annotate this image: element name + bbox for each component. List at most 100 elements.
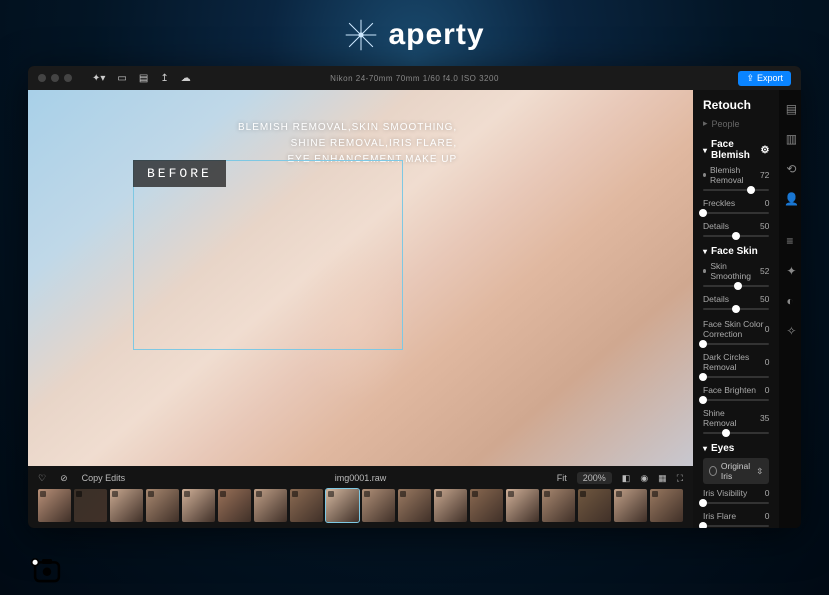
slider-value: 72 [760, 170, 769, 180]
overlay-line: SHINE REMOVAL,IRIS FLARE, [238, 136, 457, 152]
reject-icon[interactable]: ⊘ [60, 473, 68, 484]
slider-value: 35 [760, 413, 769, 423]
iris-select[interactable]: Original Iris ⇳ [703, 458, 769, 484]
rail-layers-icon[interactable]: ▥ [786, 132, 797, 146]
slider-label: Shine Removal [703, 408, 760, 428]
slider[interactable] [703, 499, 769, 507]
thumbnail[interactable] [614, 489, 647, 522]
slider[interactable] [703, 522, 769, 528]
slider[interactable] [703, 305, 769, 313]
thumbnail[interactable] [578, 489, 611, 522]
lens-search-icon[interactable] [30, 555, 64, 585]
slider-label: Skin Smoothing [710, 261, 760, 281]
image-canvas[interactable]: BLEMISH REMOVAL,SKIN SMOOTHING, SHINE RE… [28, 90, 693, 466]
rail-effects-icon[interactable]: ✧ [786, 324, 796, 338]
compare-icon[interactable]: ◧ [622, 473, 631, 484]
slider-label: Iris Flare [703, 511, 736, 521]
slider-value: 52 [760, 266, 769, 276]
before-compare-box[interactable]: BEFORE [133, 160, 403, 350]
thumbnail[interactable] [218, 489, 251, 522]
side-panels: Retouch ▸ People Face Blemish⚙ Blemish R… [693, 90, 801, 528]
slider-row: Skin Smoothing52 [703, 261, 769, 281]
slider[interactable] [703, 232, 769, 240]
fullscreen-icon[interactable]: ⛶ [677, 473, 683, 484]
folder-icon[interactable]: ▭ [117, 73, 126, 84]
thumbnail[interactable] [182, 489, 215, 522]
brand-name: aperty [388, 18, 484, 52]
export-button[interactable]: ⇪ Export [738, 71, 791, 86]
section-header[interactable]: Face Skin [703, 246, 769, 257]
slider-label: Details [703, 221, 729, 231]
upload-icon[interactable]: ↥ [160, 73, 168, 84]
preview-icon[interactable]: ◉ [640, 473, 648, 484]
settings-icon[interactable]: ⚙ [760, 145, 769, 156]
thumbnail[interactable] [542, 489, 575, 522]
slider-row: Face Brighten0 [703, 385, 769, 395]
rail-adjust-icon[interactable]: ▤ [786, 102, 797, 116]
slider-row: Details50 [703, 294, 769, 304]
fit-button[interactable]: Fit [557, 473, 567, 483]
retouch-panel: Retouch ▸ People Face Blemish⚙ Blemish R… [693, 90, 779, 528]
grid-icon[interactable]: ▦ [658, 473, 667, 484]
thumbnail-strip [38, 489, 683, 522]
thumbnail[interactable] [146, 489, 179, 522]
slider-value: 0 [765, 385, 770, 395]
slider-label: Freckles [703, 198, 735, 208]
chevron-updown-icon: ⇳ [756, 466, 763, 477]
slider-value: 0 [765, 511, 770, 521]
sparkle-icon[interactable]: ✦▾ [92, 73, 105, 84]
filmstrip-toolbar: ♡ ⊘ Copy Edits img0001.raw Fit 200% ◧ ◉ … [38, 470, 683, 489]
slider-value: 0 [765, 488, 770, 498]
section-header[interactable]: Face Blemish⚙ [703, 139, 769, 161]
slider-value: 0 [765, 357, 770, 367]
thumbnail[interactable] [254, 489, 287, 522]
slider-value: 0 [765, 198, 770, 208]
thumbnail[interactable] [110, 489, 143, 522]
overlay-line: BLEMISH REMOVAL,SKIN SMOOTHING, [238, 120, 457, 136]
rail-mask-icon[interactable]: ◐ [786, 294, 796, 308]
traffic-lights[interactable] [38, 74, 72, 82]
slider-label: Iris Visibility [703, 488, 747, 498]
rail-retouch-icon[interactable]: 👤 [784, 192, 799, 206]
copy-edits-button[interactable]: Copy Edits [82, 473, 126, 483]
thumbnail[interactable] [506, 489, 539, 522]
slider-label: Face Skin Color Correction [703, 319, 765, 339]
slider[interactable] [703, 429, 769, 437]
rail-sliders-icon[interactable]: ≡ [786, 234, 796, 248]
slider-value: 0 [765, 324, 770, 334]
library-icon[interactable]: ▤ [139, 73, 148, 84]
thumbnail[interactable] [38, 489, 71, 522]
slider[interactable] [703, 340, 769, 348]
slider-value: 50 [760, 294, 769, 304]
cloud-icon[interactable]: ☁ [181, 73, 191, 84]
thumbnail[interactable] [434, 489, 467, 522]
slider[interactable] [703, 282, 769, 290]
tag-icon[interactable]: ♡ [38, 473, 46, 484]
slider[interactable] [703, 396, 769, 404]
section-header[interactable]: Eyes [703, 443, 769, 454]
thumbnail[interactable] [650, 489, 683, 522]
thumbnail[interactable] [362, 489, 395, 522]
thumbnail[interactable] [290, 489, 323, 522]
brand-header: aperty [0, 0, 829, 66]
topbar-icon-group: ✦▾ ▭ ▤ ↥ ☁ [92, 73, 191, 84]
section-face-skin: Face Skin Skin Smoothing52 Details50 Face… [703, 246, 769, 437]
slider-row: Blemish Removal72 [703, 165, 769, 185]
filmstrip-bar: ♡ ⊘ Copy Edits img0001.raw Fit 200% ◧ ◉ … [28, 466, 693, 528]
panel-title: Retouch [703, 98, 769, 112]
thumbnail[interactable] [398, 489, 431, 522]
thumbnail[interactable] [74, 489, 107, 522]
rail-sparkle-icon[interactable]: ✦ [786, 264, 796, 278]
people-row[interactable]: ▸ People [703, 118, 769, 129]
rail-crop-icon[interactable]: ⟲ [786, 162, 796, 176]
slider[interactable] [703, 373, 769, 381]
slider[interactable] [703, 186, 769, 194]
thumbnail[interactable] [326, 489, 359, 522]
slider[interactable] [703, 209, 769, 217]
before-label: BEFORE [133, 160, 226, 187]
slider-row: Dark Circles Removal0 [703, 352, 769, 372]
slider-label: Dark Circles Removal [703, 352, 765, 372]
filename-label: img0001.raw [335, 473, 387, 483]
zoom-select[interactable]: 200% [577, 472, 612, 484]
thumbnail[interactable] [470, 489, 503, 522]
